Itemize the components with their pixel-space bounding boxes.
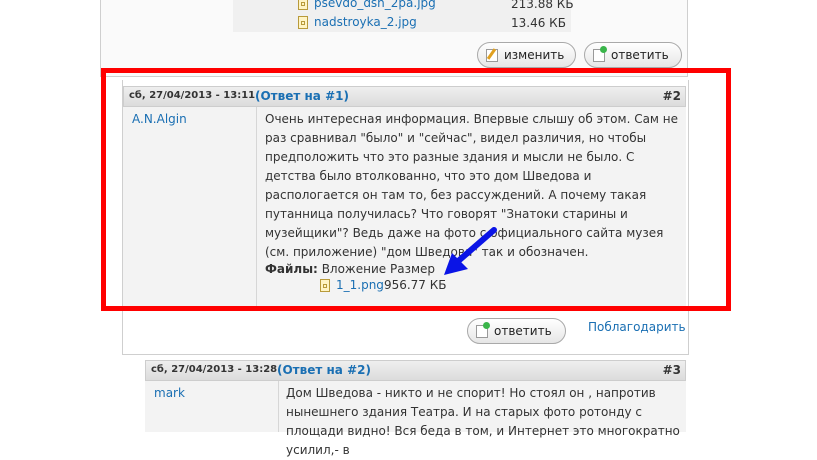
file-row: psevdo_dsh_2pa.jpg: [298, 0, 436, 10]
post-number[interactable]: #2: [663, 89, 681, 103]
author-link[interactable]: mark: [154, 386, 185, 400]
reply-button-label: ответить: [611, 48, 669, 62]
attachment-row: 1_1.png 956.77 КБ: [320, 278, 447, 292]
reply-to-link[interactable]: (Ответ на #1): [255, 89, 349, 103]
author-link[interactable]: A.N.Algin: [132, 112, 187, 126]
edit-button-label: изменить: [504, 48, 565, 62]
file-icon: [320, 278, 330, 292]
reply-icon: [476, 321, 490, 338]
author-cell: A.N.Algin: [123, 107, 257, 307]
pencil-icon: [486, 48, 498, 62]
attachment-size: 956.77 КБ: [383, 278, 447, 292]
reply-button[interactable]: ответить: [467, 318, 566, 344]
file-icon: [298, 15, 308, 29]
annotation-arrow-icon: [444, 227, 497, 275]
post-text: Дом Шведова - никто и не спорит! Но стоя…: [286, 386, 680, 457]
file-icon: [298, 0, 308, 10]
thank-link[interactable]: Поблагодарить: [588, 320, 686, 334]
file-row: nadstroyka_2.jpg: [298, 15, 417, 29]
post-body: Дом Шведова - никто и не спорит! Но стоя…: [279, 381, 686, 457]
reply-button-label: ответить: [494, 324, 552, 338]
post-date: сб, 27/04/2013 - 13:11: [129, 90, 256, 101]
reply-button[interactable]: ответить: [584, 42, 682, 68]
attachment-link[interactable]: 1_1.png: [336, 278, 384, 292]
edit-button[interactable]: изменить: [477, 42, 576, 68]
file-size: 13.46 КБ: [511, 16, 566, 30]
reply-to-link[interactable]: (Ответ на #2): [277, 363, 371, 377]
files-label: Файлы:: [265, 262, 318, 276]
post-number[interactable]: #3: [663, 363, 681, 377]
attachment-column-header: Вложение: [321, 262, 387, 276]
file-link[interactable]: nadstroyka_2.jpg: [314, 15, 417, 29]
reply-icon: [593, 45, 607, 62]
post-header: сб, 27/04/2013 - 13:28 (Ответ на #2) #3: [145, 360, 686, 381]
post-header: сб, 27/04/2013 - 13:11 (Ответ на #1) #2: [123, 86, 686, 107]
size-column-header: Размер: [389, 262, 436, 276]
file-size: 213.88 КБ: [511, 0, 574, 11]
author-cell: mark: [145, 381, 279, 432]
files-header: Файлы: Вложение Размер: [265, 262, 435, 276]
post-date: сб, 27/04/2013 - 13:28: [151, 364, 278, 375]
file-link[interactable]: psevdo_dsh_2pa.jpg: [314, 0, 436, 10]
